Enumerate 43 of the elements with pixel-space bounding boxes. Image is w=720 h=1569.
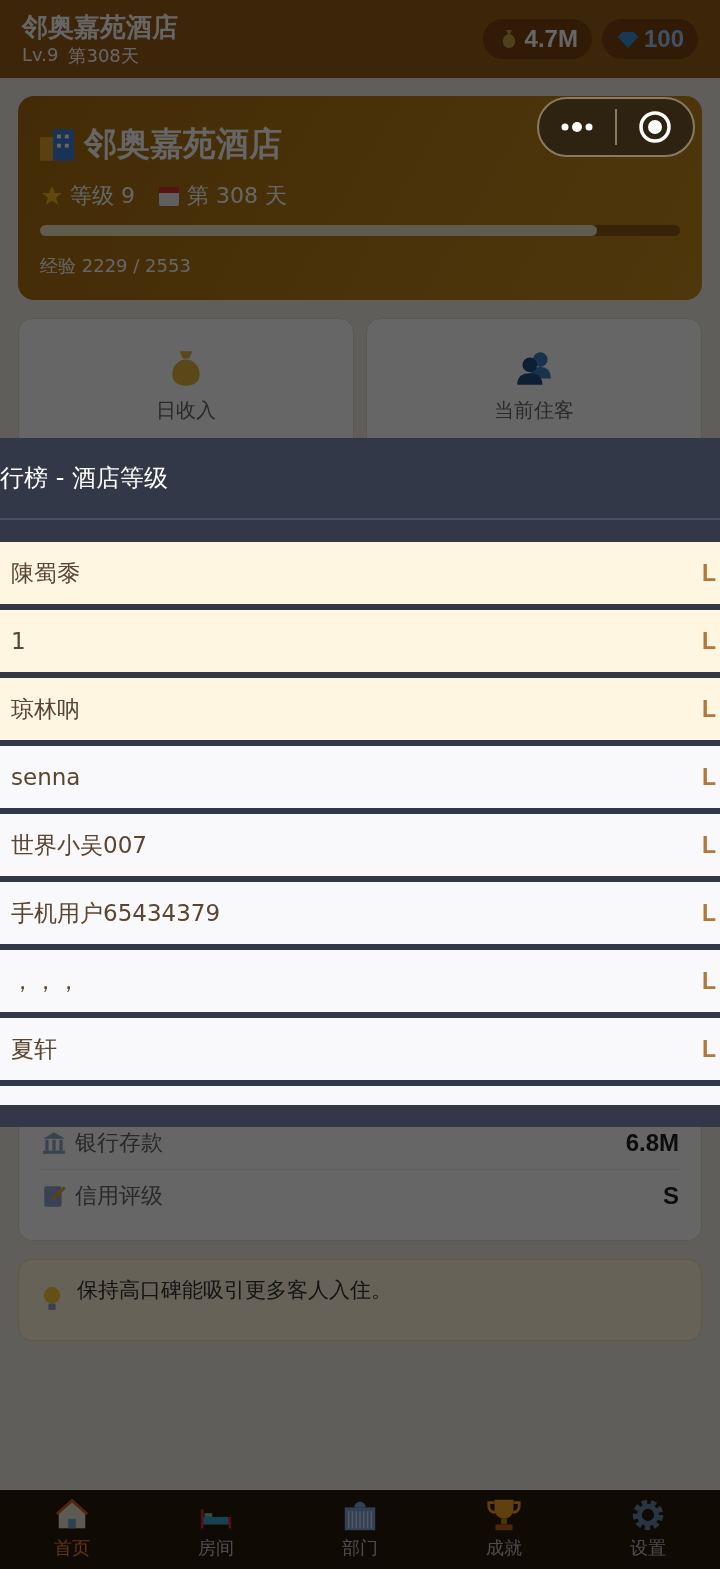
tip-text: 保持高口碑能吸引更多客人入住。 (77, 1277, 392, 1304)
finance-value: S (663, 1182, 679, 1210)
player-name: 1 (11, 628, 26, 654)
tab-item[interactable]: 成就 (432, 1490, 576, 1569)
grade-text: 等级 9 (70, 182, 135, 210)
player-level: L (702, 831, 717, 859)
hotel-icon (40, 127, 74, 162)
day-text: 第308天 (68, 44, 139, 68)
target-icon (638, 110, 672, 144)
player-level: L (702, 763, 717, 791)
player-level: L (702, 967, 717, 995)
player-name: 琼林呐 (11, 694, 80, 724)
experience-text: 经验 2229 / 2553 (40, 254, 191, 278)
dialog-title: 行榜 - 酒店等级 (0, 463, 168, 494)
calendar-icon (157, 184, 181, 208)
player-level: L (702, 695, 717, 723)
player-name: 陳蜀黍 (11, 558, 80, 588)
tab-item[interactable]: 设置 (576, 1490, 720, 1569)
player-level: L (702, 627, 717, 655)
level-text: Lv.9 (22, 44, 59, 67)
bank-icon (41, 1130, 67, 1156)
player-level: L (702, 899, 717, 927)
day-count: 第 308 天 (187, 182, 287, 210)
finance-label: 银行存款 (75, 1129, 164, 1157)
tab-item[interactable]: 部门 (288, 1490, 432, 1569)
hotel-title: 邻奥嘉苑酒店 (22, 11, 179, 44)
player-name: 夏轩 (11, 1034, 57, 1064)
player-name: ，，， (11, 966, 80, 996)
stat-label: 当前住客 (494, 397, 574, 424)
player-level: L (702, 1035, 717, 1063)
hotel-name: 邻奥嘉苑酒店 (84, 123, 282, 165)
finance-value: 6.8M (625, 1129, 679, 1157)
coins-value: 4.7M (524, 25, 578, 53)
player-name: 世界小吴007 (11, 830, 147, 860)
tab-item[interactable]: 房间 (144, 1490, 288, 1569)
player-name: senna (11, 764, 81, 790)
memo-icon (41, 1183, 67, 1209)
stat-label: 日收入 (156, 397, 216, 424)
tab-item[interactable]: 首页 (0, 1490, 144, 1569)
player-name: 手机用户65434379 (11, 898, 221, 928)
gems-value: 100 (643, 25, 684, 53)
finance-label: 信用评级 (75, 1182, 164, 1210)
player-level: L (702, 559, 717, 587)
